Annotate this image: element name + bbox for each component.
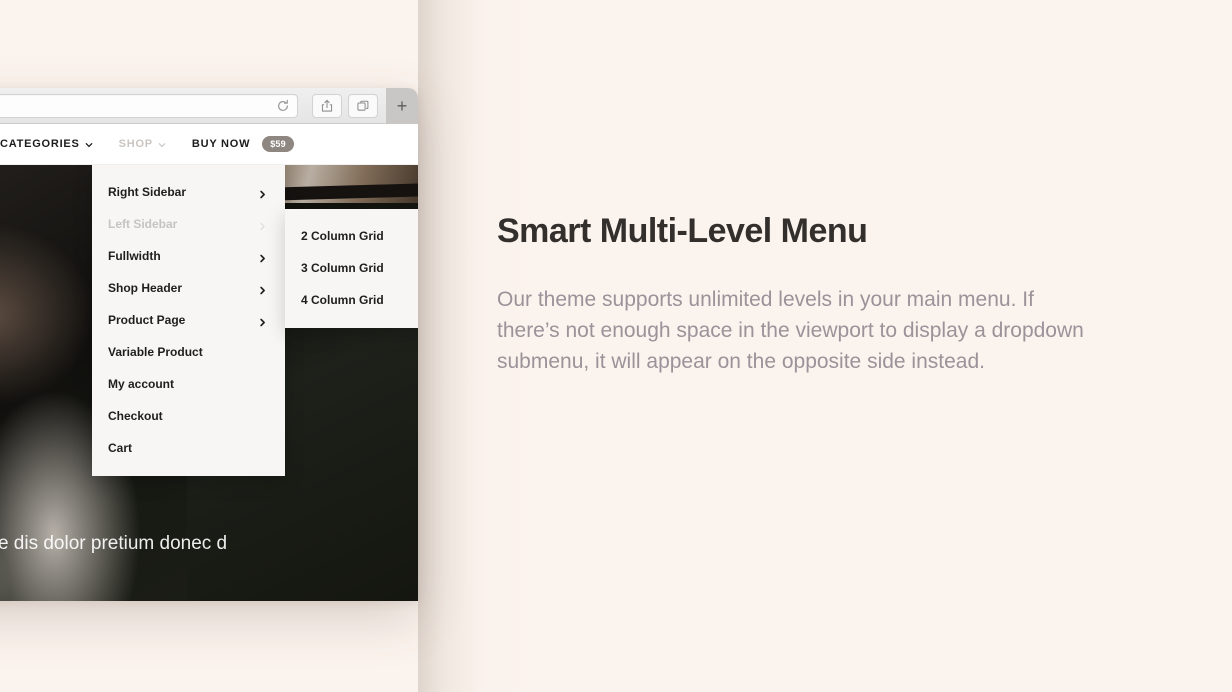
nav-item-shop-label: SHOP [118,138,153,150]
submenu-item-4-column-grid[interactable]: 4 Column Grid [285,284,418,316]
menu-item-product-page[interactable]: Product Page [92,304,285,336]
chevron-right-icon [258,188,267,198]
menu-item-left-sidebar[interactable]: Left Sidebar [92,208,285,240]
menu-item-shop-header[interactable]: Shop Header [92,272,285,304]
hero-excerpt: nar montes lorem et pede dis dolor preti… [0,533,228,554]
menu-item-cart[interactable]: Cart [92,432,285,464]
page-description: Our theme supports unlimited levels in y… [497,288,1084,373]
nav-item-buy-now[interactable]: BUY NOW $59 [192,136,294,152]
menu-item-label: Product Page [108,313,186,327]
browser-window: + CATEGORIES SHOP BUY NOW $59 e dis dolo… [0,88,418,601]
tabs-button[interactable] [348,93,378,118]
feature-copy: Smart Multi-Level Menu Our theme support… [497,212,1107,378]
menu-item-label: Cart [108,441,133,455]
nav-item-categories-label: CATEGORIES [0,138,80,150]
menu-item-label: Shop Header [108,281,183,295]
site-navigation: CATEGORIES SHOP BUY NOW $59 [0,124,418,165]
submenu-item-label: 4 Column Grid [301,293,384,307]
page-title: Smart Multi-Level Menu [497,212,868,250]
submenu-item-label: 3 Column Grid [301,261,384,275]
menu-item-variable-product[interactable]: Variable Product [92,336,285,368]
nav-item-categories[interactable]: CATEGORIES [0,138,93,150]
reload-icon[interactable] [276,99,290,113]
chevron-right-icon [258,252,267,262]
menu-item-checkout[interactable]: Checkout [92,400,285,432]
menu-item-label: Checkout [108,409,163,423]
address-bar[interactable] [0,93,298,118]
chevron-right-icon [258,220,267,230]
submenu-item-label: 2 Column Grid [301,229,384,243]
submenu-item-2-column-grid[interactable]: 2 Column Grid [285,220,418,252]
menu-item-my-account[interactable]: My account [92,368,285,400]
nav-item-buy-now-label: BUY NOW [191,138,251,150]
menu-item-label: My account [108,377,175,391]
menu-item-label: Right Sidebar [108,185,187,199]
nav-item-shop[interactable]: SHOP [119,138,166,150]
hero-section: ttitor r 62 SHARES nar montes lorem et p… [0,165,418,601]
share-button[interactable] [312,93,342,118]
menu-item-fullwidth[interactable]: Fullwidth [92,240,285,272]
chevron-down-icon [85,140,93,148]
new-tab-button[interactable]: + [386,88,418,124]
submenu: 2 Column Grid 3 Column Grid 4 Column Gri… [285,209,418,328]
menu-item-label: Left Sidebar [108,217,178,231]
browser-toolbar: + [0,88,418,124]
chevron-right-icon [258,316,267,326]
menu-item-label: Variable Product [108,345,203,359]
submenu-item-3-column-grid[interactable]: 3 Column Grid [285,252,418,284]
price-badge: $59 [262,136,294,152]
chevron-down-icon [158,140,166,148]
chevron-right-icon [258,284,267,294]
menu-item-label: Fullwidth [108,249,161,263]
menu-item-right-sidebar[interactable]: Right Sidebar [92,176,285,208]
dropdown-menu: Right Sidebar Left Sidebar Fullwidth Sho… [92,165,285,476]
